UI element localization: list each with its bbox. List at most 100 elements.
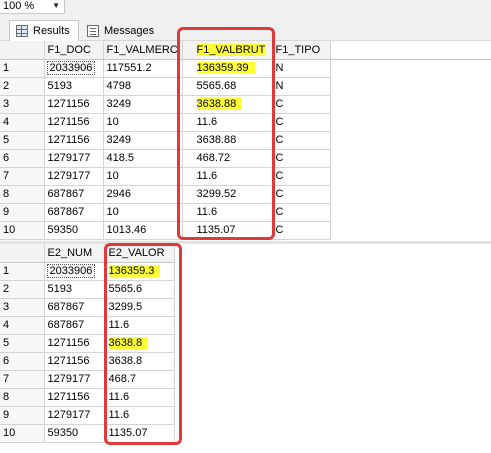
row-number[interactable]: 10 bbox=[0, 221, 45, 240]
row-number[interactable]: 7 bbox=[0, 370, 45, 389]
row-number[interactable]: 5 bbox=[0, 131, 45, 150]
cell-doc[interactable]: 687867 bbox=[44, 203, 104, 222]
row-number[interactable]: 3 bbox=[0, 95, 45, 114]
column-header[interactable]: F1_VALBRUT bbox=[182, 41, 273, 60]
row-number[interactable]: 4 bbox=[0, 113, 45, 132]
cell-valmerc[interactable]: 1013.46 bbox=[103, 221, 183, 240]
cell-value: 1271156 bbox=[47, 355, 90, 367]
cell-valbrut[interactable]: 5565.68 bbox=[182, 77, 273, 96]
cell-num[interactable]: 5193 bbox=[44, 280, 106, 299]
column-header[interactable]: F1_TIPO bbox=[272, 41, 331, 60]
cell-valbrut[interactable]: 3299.52 bbox=[182, 185, 273, 204]
cell-tipo[interactable]: N bbox=[272, 77, 331, 96]
cell-valbrut[interactable]: 468.72 bbox=[182, 149, 273, 168]
cell-valmerc[interactable]: 117551.2 bbox=[103, 59, 183, 78]
table-header-row: E2_NUM E2_VALOR bbox=[0, 244, 175, 263]
tab-messages[interactable]: Messages bbox=[81, 20, 161, 41]
cell-valor[interactable]: 11.6 bbox=[105, 406, 175, 425]
row-filler bbox=[330, 131, 491, 149]
cell-valmerc[interactable]: 2946 bbox=[103, 185, 183, 204]
row-header-corner[interactable] bbox=[0, 244, 45, 263]
cell-valmerc[interactable]: 10 bbox=[103, 113, 183, 132]
row-number[interactable]: 10 bbox=[0, 424, 45, 443]
column-header[interactable]: F1_DOC bbox=[44, 41, 104, 60]
tab-results[interactable]: Results bbox=[9, 20, 79, 41]
cell-valbrut[interactable]: 11.6 bbox=[182, 113, 273, 132]
cell-doc[interactable]: 5193 bbox=[44, 77, 104, 96]
cell-num[interactable]: 1271156 bbox=[44, 352, 106, 371]
cell-doc[interactable]: 687867 bbox=[44, 185, 104, 204]
cell-valor[interactable]: 5565.6 bbox=[105, 280, 175, 299]
row-number[interactable]: 8 bbox=[0, 388, 45, 407]
row-number[interactable]: 8 bbox=[0, 185, 45, 204]
cell-tipo[interactable]: C bbox=[272, 221, 331, 240]
cell-valor[interactable]: 11.6 bbox=[105, 388, 175, 407]
cell-valor[interactable]: 468.7 bbox=[105, 370, 175, 389]
cell-tipo[interactable]: C bbox=[272, 185, 331, 204]
cell-doc[interactable]: 2033906 bbox=[44, 59, 104, 78]
cell-valor[interactable]: 11.6 bbox=[105, 316, 175, 335]
cell-valor[interactable]: 3638.8 bbox=[105, 334, 175, 353]
results-table-2: E2_NUM E2_VALOR 1 2033906 136359.3 2 5193 556… bbox=[0, 244, 175, 443]
cell-tipo[interactable]: C bbox=[272, 95, 331, 114]
results-grid-2[interactable]: E2_NUM E2_VALOR 1 2033906 136359.3 2 5193 556… bbox=[0, 244, 491, 453]
cell-tipo[interactable]: C bbox=[272, 167, 331, 186]
row-number[interactable]: 1 bbox=[0, 59, 45, 78]
cell-valbrut[interactable]: 136359.39 bbox=[182, 59, 273, 78]
row-number[interactable]: 2 bbox=[0, 280, 45, 299]
cell-doc[interactable]: 1279177 bbox=[44, 149, 104, 168]
zoom-select[interactable]: 100 % ▼ bbox=[0, 0, 65, 14]
cell-valmerc[interactable]: 418.5 bbox=[103, 149, 183, 168]
cell-num[interactable]: 687867 bbox=[44, 298, 106, 317]
cell-tipo[interactable]: C bbox=[272, 131, 331, 150]
cell-valbrut[interactable]: 3638.88 bbox=[182, 95, 273, 114]
cell-valmerc[interactable]: 4798 bbox=[103, 77, 183, 96]
cell-valor[interactable]: 3638.8 bbox=[105, 352, 175, 371]
cell-valmerc[interactable]: 10 bbox=[103, 167, 183, 186]
cell-doc[interactable]: 1279177 bbox=[44, 167, 104, 186]
cell-tipo[interactable]: C bbox=[272, 113, 331, 132]
cell-valor[interactable]: 1135.07 bbox=[105, 424, 175, 443]
cell-num[interactable]: 1271156 bbox=[44, 334, 106, 353]
cell-valmerc[interactable]: 3249 bbox=[103, 95, 183, 114]
cell-valbrut[interactable]: 11.6 bbox=[182, 167, 273, 186]
column-header[interactable]: E2_NUM bbox=[44, 244, 106, 263]
cell-tipo[interactable]: C bbox=[272, 203, 331, 222]
cell-valor[interactable]: 3299.5 bbox=[105, 298, 175, 317]
cell-value: 1135.07 bbox=[108, 427, 148, 439]
row-number[interactable]: 9 bbox=[0, 406, 45, 425]
cell-valmerc[interactable]: 3249 bbox=[103, 131, 183, 150]
cell-tipo[interactable]: C bbox=[272, 149, 331, 168]
row-number[interactable]: 4 bbox=[0, 316, 45, 335]
column-header[interactable]: E2_VALOR bbox=[105, 244, 175, 263]
cell-num[interactable]: 687867 bbox=[44, 316, 106, 335]
cell-doc[interactable]: 59350 bbox=[44, 221, 104, 240]
row-header-corner[interactable] bbox=[0, 41, 45, 60]
cell-num[interactable]: 59350 bbox=[44, 424, 106, 443]
row-number[interactable]: 6 bbox=[0, 352, 45, 371]
row-number[interactable]: 3 bbox=[0, 298, 45, 317]
cell-num[interactable]: 1279177 bbox=[44, 406, 106, 425]
chevron-down-icon[interactable]: ▼ bbox=[52, 0, 60, 12]
cell-valbrut[interactable]: 3638.88 bbox=[182, 131, 273, 150]
cell-num[interactable]: 1279177 bbox=[44, 370, 106, 389]
cell-valbrut[interactable]: 1135.07 bbox=[182, 221, 273, 240]
row-number[interactable]: 5 bbox=[0, 334, 45, 353]
row-number[interactable]: 7 bbox=[0, 167, 45, 186]
cell-num[interactable]: 1271156 bbox=[44, 388, 106, 407]
row-number[interactable]: 1 bbox=[0, 262, 45, 281]
results-grid-1[interactable]: F1_DOC F1_VALMERC F1_VALBRUT F1_TIPO 1 20… bbox=[0, 41, 491, 241]
cell-tipo[interactable]: N bbox=[272, 59, 331, 78]
cell-valbrut[interactable]: 11.6 bbox=[182, 203, 273, 222]
row-number[interactable]: 6 bbox=[0, 149, 45, 168]
cell-value: 11.6 bbox=[108, 409, 130, 421]
cell-doc[interactable]: 1271156 bbox=[44, 131, 104, 150]
cell-valor[interactable]: 136359.3 bbox=[105, 262, 175, 281]
column-header[interactable]: F1_VALMERC bbox=[103, 41, 183, 60]
cell-doc[interactable]: 1271156 bbox=[44, 113, 104, 132]
cell-num[interactable]: 2033906 bbox=[44, 262, 106, 281]
row-number[interactable]: 2 bbox=[0, 77, 45, 96]
cell-valmerc[interactable]: 10 bbox=[103, 203, 183, 222]
cell-doc[interactable]: 1271156 bbox=[44, 95, 104, 114]
row-number[interactable]: 9 bbox=[0, 203, 45, 222]
